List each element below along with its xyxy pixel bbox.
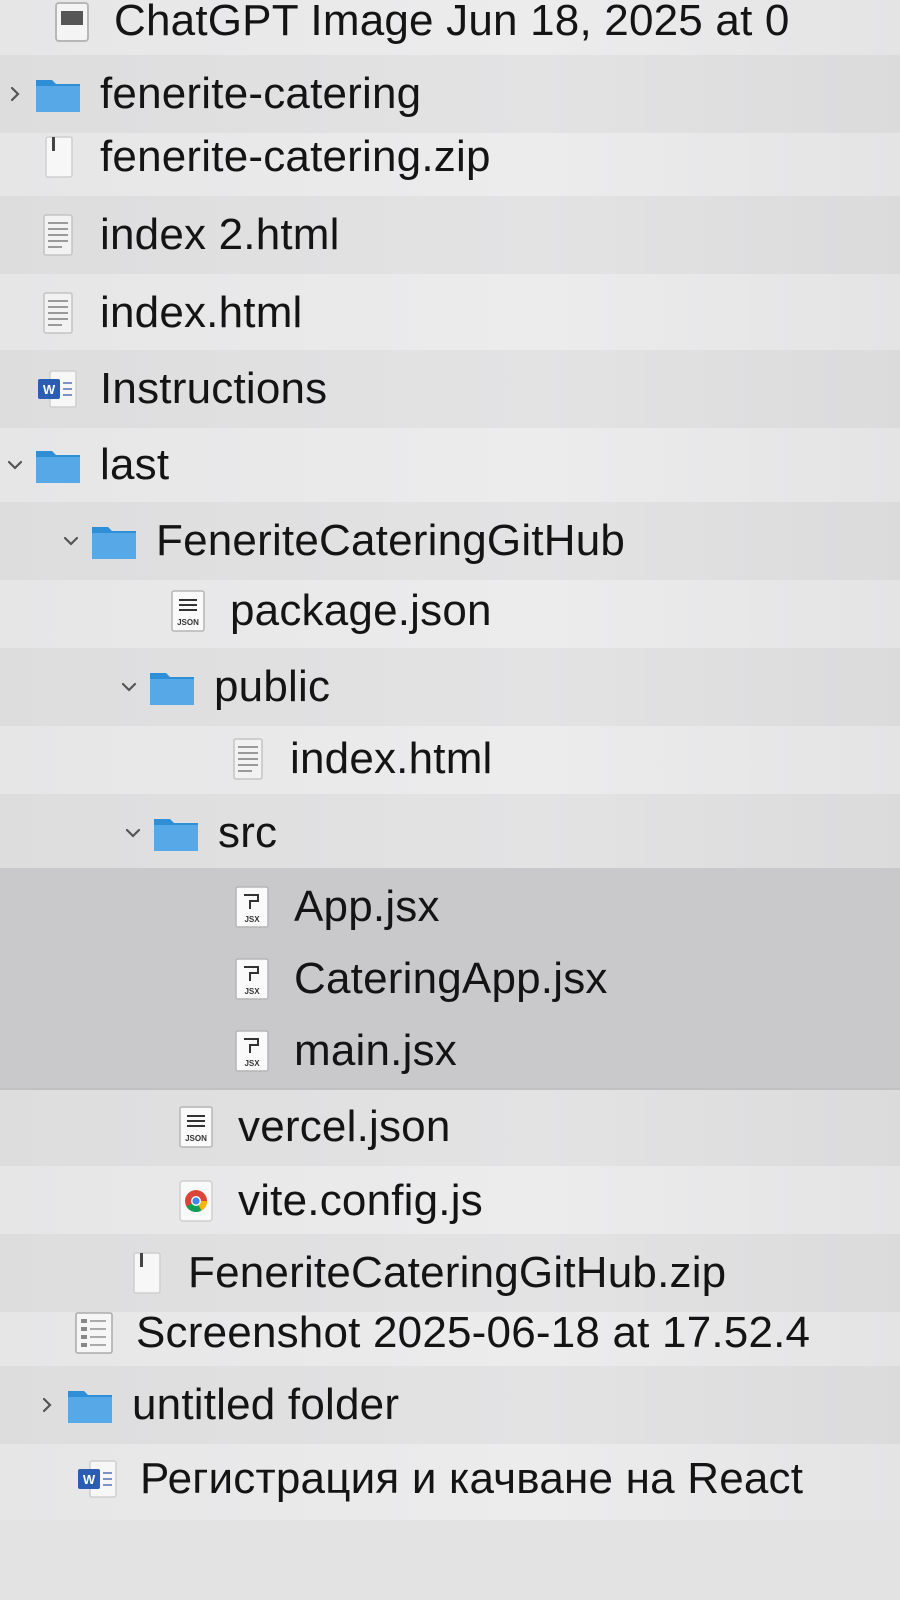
file-name: vercel.json bbox=[238, 1102, 451, 1151]
file-name: vite.config.js bbox=[238, 1176, 483, 1225]
file-name: index.html bbox=[100, 288, 303, 337]
word-document-icon: W bbox=[30, 361, 86, 417]
file-row-registration-doc[interactable]: W Регистрация и качване на React bbox=[0, 1440, 900, 1518]
folder-name: untitled folder bbox=[132, 1380, 400, 1429]
folder-name: public bbox=[214, 662, 331, 711]
svg-text:JSON: JSON bbox=[185, 1134, 207, 1143]
file-name: Instructions bbox=[100, 364, 328, 413]
folder-icon bbox=[30, 437, 86, 493]
file-name: main.jsx bbox=[294, 1026, 457, 1075]
chevron-down-icon[interactable] bbox=[118, 818, 148, 848]
folder-icon bbox=[148, 805, 204, 861]
file-row-index-html[interactable]: index.html bbox=[0, 274, 900, 352]
json-file-icon: JSON bbox=[168, 1099, 224, 1155]
folder-name: fenerite-catering bbox=[100, 69, 422, 118]
file-name: index.html bbox=[290, 734, 493, 783]
svg-text:JSX: JSX bbox=[244, 1059, 260, 1068]
file-row-instructions[interactable]: W Instructions bbox=[0, 350, 900, 428]
chevron-down-icon[interactable] bbox=[114, 672, 144, 702]
folder-name: last bbox=[100, 440, 170, 489]
file-name: fenerite-catering.zip bbox=[100, 132, 491, 181]
chevron-down-icon[interactable] bbox=[0, 450, 30, 480]
file-row-vercel-json[interactable]: JSON vercel.json bbox=[0, 1088, 900, 1166]
svg-text:W: W bbox=[83, 1472, 96, 1487]
file-row-package-json[interactable]: JSON package.json bbox=[0, 572, 900, 650]
chevron-right-icon[interactable] bbox=[32, 1390, 62, 1420]
file-name: index 2.html bbox=[100, 210, 340, 259]
folder-icon bbox=[86, 513, 142, 569]
zip-archive-icon bbox=[30, 129, 86, 185]
jsx-file-icon: JSX bbox=[224, 1023, 280, 1079]
svg-text:W: W bbox=[43, 382, 56, 397]
file-row-app-jsx[interactable]: JSX App.jsx bbox=[0, 868, 900, 946]
folder-row-public[interactable]: public bbox=[0, 648, 900, 726]
folder-row-src[interactable]: src bbox=[0, 794, 900, 872]
empty-list-area bbox=[0, 1520, 900, 1600]
chevron-right-icon[interactable] bbox=[0, 79, 30, 109]
html-document-icon bbox=[30, 285, 86, 341]
file-name: package.json bbox=[230, 586, 492, 635]
file-name: ChatGPT Image Jun 18, 2025 at 0 bbox=[114, 0, 790, 45]
jsx-file-icon: JSX bbox=[224, 951, 280, 1007]
word-document-icon: W bbox=[70, 1451, 126, 1507]
folder-row-fenerite-catering-github[interactable]: FeneriteCateringGitHub bbox=[0, 502, 900, 580]
file-row-vite-config-js[interactable]: vite.config.js bbox=[0, 1162, 900, 1240]
file-row-catering-app-jsx[interactable]: JSX CateringApp.jsx bbox=[0, 940, 900, 1018]
folder-row-last[interactable]: last bbox=[0, 426, 900, 504]
file-row-public-index-html[interactable]: index.html bbox=[0, 720, 900, 798]
svg-text:JSX: JSX bbox=[244, 987, 260, 996]
chrome-icon bbox=[168, 1173, 224, 1229]
file-row-screenshot[interactable]: Screenshot 2025-06-18 at 17.52.4 bbox=[0, 1294, 900, 1372]
zip-archive-icon bbox=[118, 1245, 174, 1301]
html-document-icon bbox=[220, 731, 276, 787]
image-file-icon bbox=[66, 1305, 122, 1361]
file-name: Регистрация и качване на React bbox=[140, 1454, 804, 1503]
file-name: App.jsx bbox=[294, 882, 440, 931]
html-document-icon bbox=[30, 207, 86, 263]
finder-list-view: ChatGPT Image Jun 18, 2025 at 0 fenerite… bbox=[0, 0, 900, 1600]
chevron-down-icon[interactable] bbox=[56, 526, 86, 556]
folder-row-untitled-folder[interactable]: untitled folder bbox=[0, 1366, 900, 1444]
file-row-main-jsx[interactable]: JSX main.jsx bbox=[0, 1012, 900, 1090]
svg-text:JSON: JSON bbox=[177, 618, 199, 627]
image-file-icon bbox=[44, 0, 100, 49]
folder-name: src bbox=[218, 808, 278, 857]
svg-text:JSX: JSX bbox=[244, 915, 260, 924]
folder-icon bbox=[30, 66, 86, 122]
file-row-chatgpt-image[interactable]: ChatGPT Image Jun 18, 2025 at 0 bbox=[0, 0, 900, 60]
file-name: FeneriteCateringGitHub.zip bbox=[188, 1248, 727, 1297]
json-file-icon: JSON bbox=[160, 583, 216, 639]
file-row-fenerite-catering-zip[interactable]: fenerite-catering.zip bbox=[0, 118, 900, 196]
file-name: Screenshot 2025-06-18 at 17.52.4 bbox=[136, 1308, 811, 1357]
file-name: CateringApp.jsx bbox=[294, 954, 608, 1003]
folder-name: FeneriteCateringGitHub bbox=[156, 516, 626, 565]
file-row-index-2-html[interactable]: index 2.html bbox=[0, 196, 900, 274]
folder-icon bbox=[62, 1377, 118, 1433]
folder-icon bbox=[144, 659, 200, 715]
jsx-file-icon: JSX bbox=[224, 879, 280, 935]
